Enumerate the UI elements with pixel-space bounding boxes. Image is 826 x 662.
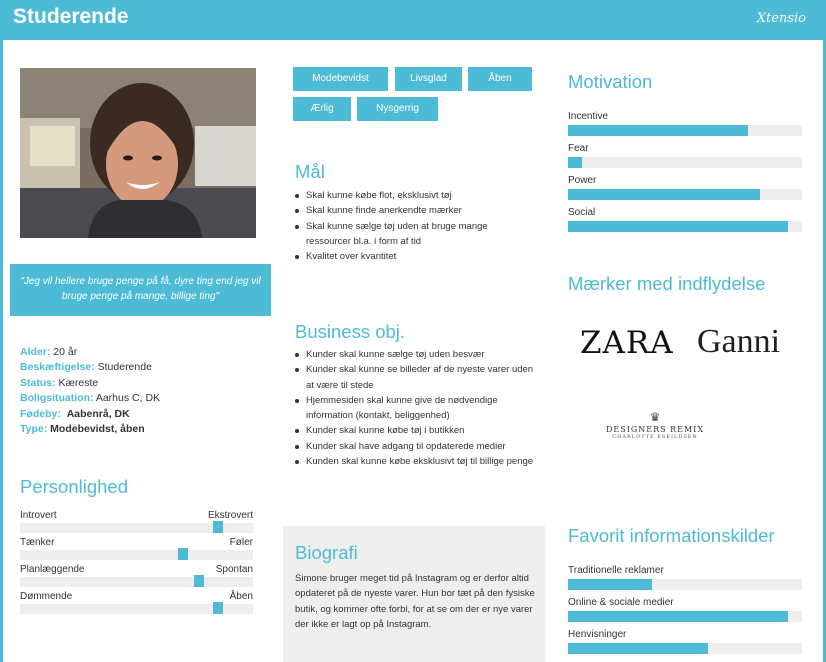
- bar-row: Online & sociale medier: [568, 597, 802, 622]
- bar-track: [568, 189, 802, 200]
- bar-row: Fear: [568, 143, 802, 168]
- page-title: Studerende: [13, 5, 129, 28]
- persona-quote: "Jeg vil hellere bruge penge på få, dyre…: [10, 264, 271, 316]
- header-bar: Studerende Xtensio: [0, 0, 826, 40]
- zara-logo: ZARA: [580, 325, 674, 361]
- slider-right-label: Spontan: [215, 564, 253, 575]
- list-item: Kvalitet over kvantitet: [293, 249, 533, 264]
- slider-right-label: Føler: [229, 537, 253, 548]
- bar-track: [568, 221, 802, 232]
- list-item: Skal kunne købe flot, eksklusivt tøj: [293, 188, 533, 203]
- bar-label: Power: [568, 175, 597, 186]
- bar-track: [568, 157, 802, 168]
- ganni-logo: Ganni: [697, 323, 781, 360]
- goals-list: Skal kunne købe flot, eksklusivt tøj Ska…: [293, 188, 533, 264]
- fact-occupation: Beskæftigelse: Studerende: [20, 361, 152, 374]
- business-list: Kunder skal kunne sælge tøj uden besvær …: [293, 347, 538, 469]
- fact-housing: Boligsituation: Aarhus C, DK: [20, 392, 161, 405]
- slider-left-label: Introvert: [20, 510, 57, 521]
- slider-track: [20, 577, 253, 587]
- persona-facts: Alder: 20 år Beskæftigelse: Studerende S…: [20, 345, 270, 437]
- bar-track: [568, 643, 802, 654]
- bar-fill: [568, 579, 652, 590]
- personality-slider: Planlæggende Spontan: [20, 564, 253, 592]
- bar-row: Power: [568, 175, 802, 200]
- persona-photo-image: [20, 68, 256, 238]
- goals-title: Mål: [295, 161, 325, 182]
- bar-label: Traditionelle reklamer: [568, 565, 664, 576]
- bar-label: Social: [568, 207, 596, 218]
- list-item: Kunder skal kunne sælge tøj uden besvær: [293, 347, 538, 362]
- slider-knob: [178, 548, 188, 560]
- slider-right-label: Åben: [229, 591, 253, 602]
- list-item: Kunder skal have adgang til opdaterede m…: [293, 439, 538, 454]
- motivation-title: Motivation: [568, 71, 653, 92]
- persona-photo: [20, 68, 256, 238]
- business-title: Business obj.: [295, 321, 406, 342]
- personality-slider: Introvert Ekstrovert: [20, 510, 253, 538]
- bar-track: [568, 611, 802, 622]
- fact-hometown: Fødeby: Aabenrå, DK: [20, 407, 130, 420]
- slider-knob: [194, 575, 204, 587]
- bar-row: Social: [568, 207, 802, 232]
- bar-fill: [568, 189, 760, 200]
- slider-left-label: Dømmende: [20, 591, 73, 602]
- crown-icon: ♛: [649, 410, 661, 424]
- tag-modebevidst: Modebevidst: [293, 67, 388, 91]
- bar-label: Incentive: [568, 111, 609, 122]
- slider-right-label: Ekstrovert: [207, 510, 253, 521]
- list-item: Kunder skal kunne købe tøj i butikken: [293, 423, 538, 438]
- bar-fill: [568, 611, 788, 622]
- list-item: Skal kunne finde anerkendte mærker: [293, 203, 533, 218]
- bar-fill: [568, 157, 582, 168]
- slider-left-label: Planlæggende: [20, 564, 85, 575]
- tag-livsglad: Livsglad: [395, 67, 462, 91]
- bar-row: Traditionelle reklamer: [568, 565, 802, 590]
- bar-row: Incentive: [568, 111, 802, 136]
- brands-title: Mærker med indflydelse: [568, 273, 766, 294]
- fact-status: Status: Kæreste: [20, 376, 99, 389]
- personality-title: Personlighed: [20, 476, 128, 497]
- sources-title: Favorit informationskilder: [568, 525, 775, 546]
- tag-nysgerrig: Nysgerrig: [357, 97, 438, 121]
- tag-aerlig: Ærlig: [293, 97, 351, 121]
- slider-left-label: Tænker: [20, 537, 55, 548]
- tag-aaben: Åben: [468, 67, 532, 91]
- bar-track: [568, 125, 802, 136]
- bar-label: Henvisninger: [568, 629, 627, 640]
- list-item: Kunder skal kunne se billeder af de nyes…: [293, 362, 538, 393]
- bar-track: [568, 579, 802, 590]
- fact-type: Type: Modebevidst, åben: [20, 423, 145, 436]
- bar-row: Henvisninger: [568, 629, 802, 654]
- designers-remix-logo: ♛ DESIGNERS REMIX CHARLOTTE ESKILDSEN: [570, 377, 740, 467]
- fact-age: Alder: 20 år: [20, 346, 78, 358]
- personality-slider: Tænker Føler: [20, 537, 253, 565]
- bar-fill: [568, 125, 748, 136]
- personality-slider: Dømmende Åben: [20, 591, 253, 619]
- slider-knob: [213, 602, 223, 614]
- list-item: Skal kunne sælge tøj uden at bruge mange…: [293, 219, 533, 250]
- bar-label: Fear: [568, 143, 589, 154]
- brand-logo: Xtensio: [756, 11, 806, 26]
- biography-text: Simone bruger meget tid på Instagram og …: [295, 573, 535, 630]
- list-item: Kunden skal kunne købe eksklusivt tøj ti…: [293, 454, 538, 469]
- bar-fill: [568, 221, 788, 232]
- bar-label: Online & sociale medier: [568, 597, 674, 608]
- biography-title: Biografi: [295, 542, 358, 563]
- slider-knob: [213, 521, 223, 533]
- slider-track: [20, 550, 253, 560]
- bar-fill: [568, 643, 708, 654]
- list-item: Hjemmesiden skal kunne give de nødvendig…: [293, 393, 538, 424]
